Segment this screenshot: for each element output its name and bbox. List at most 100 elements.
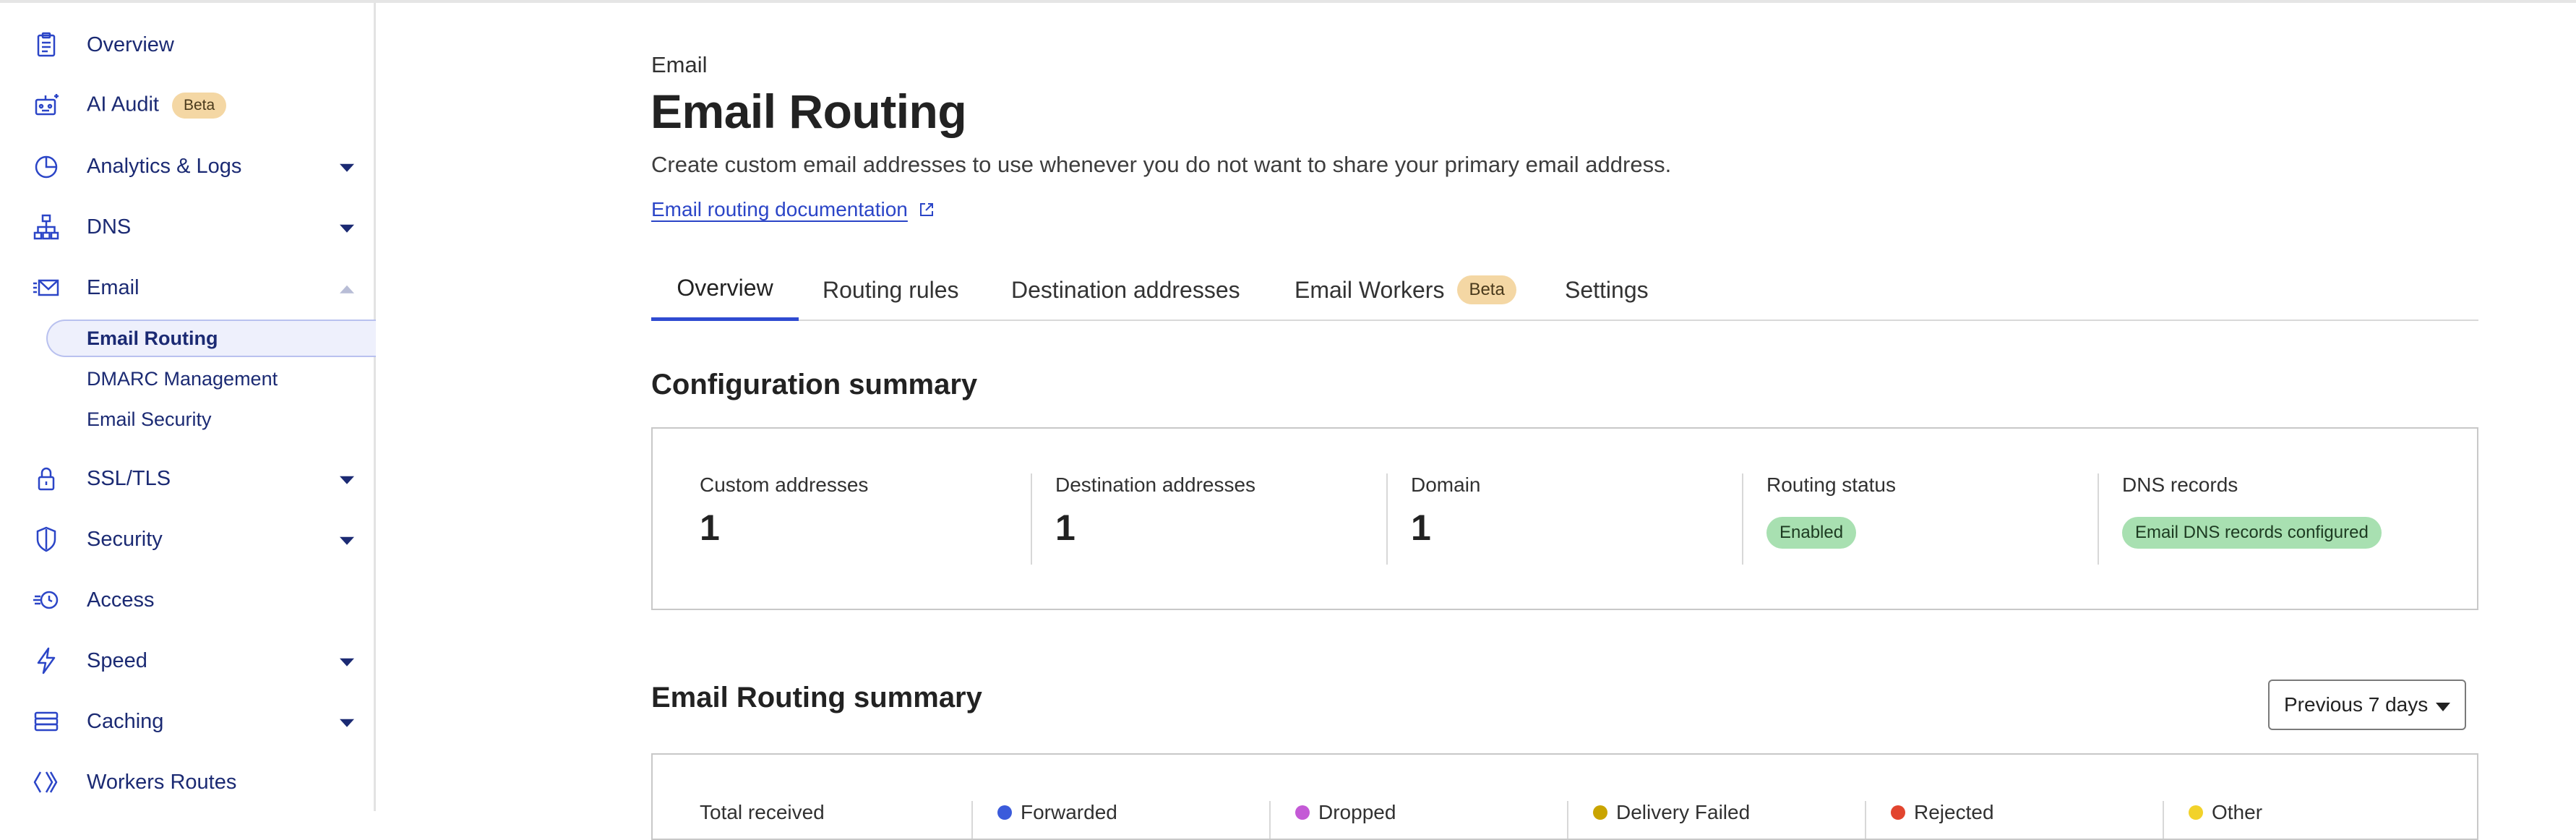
stat-value: 1 xyxy=(700,507,720,548)
stat-destination-addresses: Destination addresses 1 xyxy=(1055,473,1255,565)
legend-label: Other xyxy=(2212,801,2263,823)
divider xyxy=(2098,473,2099,565)
legend-dot xyxy=(1593,805,1607,820)
documentation-link[interactable]: Email routing documentation xyxy=(651,198,935,221)
lightning-icon xyxy=(32,646,61,675)
sidebar-item-label: Security xyxy=(87,527,163,551)
email-icon xyxy=(32,273,61,302)
lock-icon xyxy=(32,464,61,493)
sidebar-subitem-email-security[interactable]: Email Security xyxy=(46,400,376,438)
divider xyxy=(1386,473,1388,565)
pie-chart-icon xyxy=(32,152,61,181)
divider xyxy=(1742,473,1743,565)
chevron-down-icon[interactable] xyxy=(340,224,354,233)
stat-label: Destination addresses xyxy=(1055,473,1256,496)
legend-other: Other xyxy=(2189,801,2262,824)
tab-email-workers[interactable]: Email Workers Beta xyxy=(1295,259,1516,321)
stat-custom-addresses: Custom addresses 1 xyxy=(700,473,868,565)
robot-icon xyxy=(32,91,61,120)
divider xyxy=(1865,801,1866,839)
page-eyebrow: Email xyxy=(651,52,708,77)
legend-dropped: Dropped xyxy=(1295,801,1396,824)
external-link-icon xyxy=(919,203,933,216)
legend-label: Dropped xyxy=(1318,801,1396,823)
sidebar-item-caching[interactable]: Caching xyxy=(0,691,374,752)
sidebar-item-email[interactable]: Email xyxy=(0,257,374,318)
period-select[interactable]: Previous 7 days xyxy=(2268,680,2466,730)
chevron-down-icon[interactable] xyxy=(340,163,354,172)
stat-value: 1 xyxy=(1411,507,1431,548)
divider xyxy=(1269,801,1271,839)
status-badge: Email DNS records configured xyxy=(2122,517,2382,549)
sidebar-item-label: DNS xyxy=(87,215,132,239)
chevron-up-icon[interactable] xyxy=(340,285,354,293)
sidebar-subitem-label: Email Routing xyxy=(87,327,218,349)
sidebar-subitem-dmarc-management[interactable]: DMARC Management xyxy=(46,360,376,398)
stat-routing-status: Routing status Enabled xyxy=(1766,473,1896,565)
tab-bar: Overview Routing rules Destination addre… xyxy=(651,259,2478,321)
legend-label: Delivery Failed xyxy=(1616,801,1751,823)
divider xyxy=(1031,473,1032,565)
legend-label: Rejected xyxy=(1914,801,1994,823)
divider xyxy=(971,801,973,839)
beta-badge: Beta xyxy=(171,93,227,119)
page-title: Email Routing xyxy=(651,85,967,138)
sidebar-item-overview[interactable]: Overview xyxy=(0,14,374,75)
chevron-down-icon xyxy=(2436,703,2450,711)
tab-overview[interactable]: Overview xyxy=(651,259,799,321)
sidebar-item-access[interactable]: Access xyxy=(0,570,374,630)
sidebar-subitem-label: Email Security xyxy=(87,408,212,430)
tab-destination-addresses[interactable]: Destination addresses xyxy=(1011,259,1240,321)
sidebar-item-ssl-tls[interactable]: SSL/TLS xyxy=(0,448,374,509)
legend-label: Total received xyxy=(700,801,825,823)
sidebar-item-workers-routes[interactable]: Workers Routes xyxy=(0,752,374,813)
sidebar-item-label: Speed xyxy=(87,648,147,672)
stat-value: 1 xyxy=(1055,507,1076,548)
period-select-value: Previous 7 days xyxy=(2284,693,2429,716)
chevron-down-icon[interactable] xyxy=(340,476,354,484)
sidebar: Overview AI Audit Beta Analytics & Logs D… xyxy=(0,3,376,811)
legend-delivery-failed: Delivery Failed xyxy=(1593,801,1750,824)
legend-forwarded: Forwarded xyxy=(997,801,1117,824)
sidebar-item-label: Analytics & Logs xyxy=(87,154,242,178)
sidebar-item-label: SSL/TLS xyxy=(87,466,171,490)
legend-dot xyxy=(2189,805,2203,820)
tab-routing-rules[interactable]: Routing rules xyxy=(823,259,959,321)
sidebar-item-label: Caching xyxy=(87,709,164,733)
stat-label: Routing status xyxy=(1766,473,1896,496)
legend-dot xyxy=(1295,805,1310,820)
sidebar-subitem-label: DMARC Management xyxy=(87,367,278,390)
sidebar-subitem-email-routing[interactable]: Email Routing xyxy=(46,320,376,357)
sidebar-item-analytics-logs[interactable]: Analytics & Logs xyxy=(0,136,374,197)
sidebar-item-security[interactable]: Security xyxy=(0,509,374,570)
legend-label: Forwarded xyxy=(1021,801,1117,823)
access-icon xyxy=(32,586,61,614)
configuration-summary-title: Configuration summary xyxy=(651,369,978,400)
sidebar-item-label: Overview xyxy=(87,33,174,56)
chevron-down-icon[interactable] xyxy=(340,719,354,727)
legend-dot xyxy=(1891,805,1905,820)
divider xyxy=(1567,801,1568,839)
sidebar-item-speed[interactable]: Speed xyxy=(0,630,374,691)
page-description: Create custom email addresses to use whe… xyxy=(651,152,1672,177)
tab-settings[interactable]: Settings xyxy=(1565,259,1649,321)
sidebar-item-ai-audit[interactable]: AI Audit Beta xyxy=(0,75,374,136)
beta-badge: Beta xyxy=(1457,275,1516,304)
chevron-down-icon[interactable] xyxy=(340,658,354,667)
top-border xyxy=(0,0,2576,3)
legend-total-received: Total received xyxy=(700,801,825,824)
workers-icon xyxy=(32,768,61,797)
legend-rejected: Rejected xyxy=(1891,801,1994,824)
configuration-summary-card: Custom addresses 1 Destination addresses… xyxy=(651,427,2478,610)
routing-summary-title: Email Routing summary xyxy=(651,682,982,713)
tab-label: Email Workers xyxy=(1295,276,1445,303)
documentation-link-label: Email routing documentation xyxy=(651,198,908,220)
chevron-down-icon[interactable] xyxy=(340,536,354,545)
status-badge: Enabled xyxy=(1766,517,1857,549)
sidebar-item-label: Email xyxy=(87,275,139,299)
divider xyxy=(2163,801,2164,839)
stat-domain: Domain 1 xyxy=(1411,473,1480,565)
sidebar-item-label: Workers Routes xyxy=(87,770,237,794)
sidebar-item-dns[interactable]: DNS xyxy=(0,197,374,257)
clipboard-icon xyxy=(32,30,61,59)
